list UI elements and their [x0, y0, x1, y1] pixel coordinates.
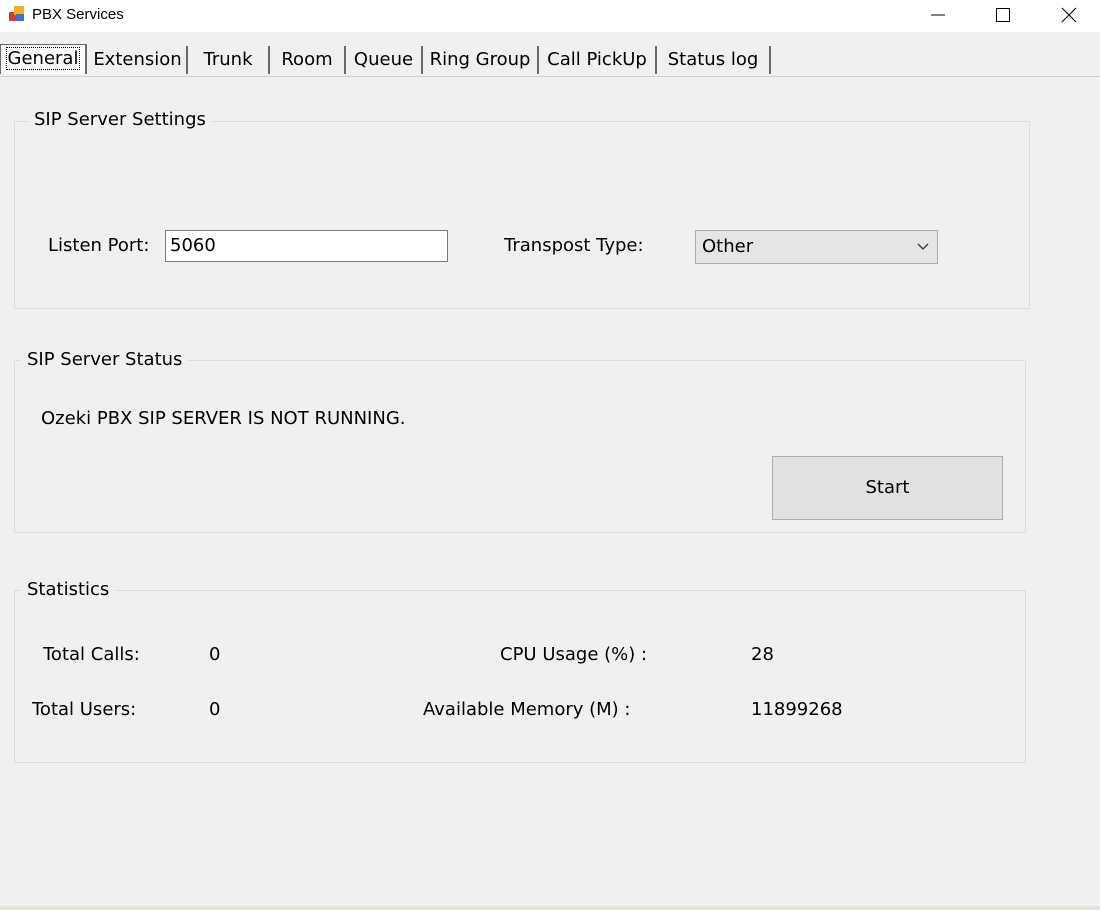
- maximize-icon: [996, 8, 1010, 22]
- transport-type-select[interactable]: Other: [695, 230, 938, 264]
- sip-settings-group: [14, 121, 1030, 309]
- tab-extension[interactable]: Extension: [89, 46, 188, 74]
- close-icon: [1061, 7, 1077, 23]
- tab-room[interactable]: Room: [270, 46, 346, 74]
- tab-call-pickup[interactable]: Call PickUp: [539, 46, 657, 74]
- chevron-down-icon: [917, 243, 929, 250]
- tab-general[interactable]: General: [0, 44, 87, 74]
- available-memory-value: 11899268: [751, 699, 843, 720]
- window-title: PBX Services: [32, 6, 124, 23]
- statistics-legend: Statistics: [21, 579, 116, 601]
- transport-type-value: Other: [702, 236, 754, 257]
- start-button[interactable]: Start: [772, 456, 1003, 520]
- transport-type-label: Transpost Type:: [504, 235, 644, 256]
- tab-trunk[interactable]: Trunk: [188, 46, 270, 74]
- tab-queue[interactable]: Queue: [346, 46, 423, 74]
- maximize-button[interactable]: [970, 0, 1036, 30]
- listen-port-input[interactable]: 5060: [165, 230, 448, 262]
- minimize-button[interactable]: [905, 0, 971, 30]
- cpu-usage-value: 28: [751, 644, 774, 665]
- available-memory-label: Available Memory (M) :: [423, 699, 631, 720]
- app-icon: [9, 6, 24, 21]
- cpu-usage-label: CPU Usage (%) :: [500, 644, 648, 665]
- close-button[interactable]: [1036, 0, 1100, 30]
- tab-ring-group[interactable]: Ring Group: [423, 46, 539, 74]
- listen-port-label: Listen Port:: [48, 235, 150, 256]
- sip-status-legend: SIP Server Status: [21, 349, 189, 371]
- statistics-group: [14, 590, 1026, 763]
- total-users-value: 0: [209, 699, 221, 720]
- server-status-message: Ozeki PBX SIP SERVER IS NOT RUNNING.: [41, 408, 406, 429]
- total-calls-label: Total Calls:: [43, 644, 140, 665]
- total-calls-value: 0: [209, 644, 221, 665]
- tab-status-log[interactable]: Status log: [657, 46, 771, 74]
- total-users-label: Total Users:: [32, 699, 137, 720]
- sip-settings-legend: SIP Server Settings: [28, 109, 212, 131]
- title-bar: PBX Services: [0, 0, 1100, 32]
- minimize-icon: [931, 14, 945, 16]
- tab-strip: General Extension Trunk Room Queue Ring …: [0, 32, 1100, 77]
- window-bottom-edge: [0, 906, 1100, 910]
